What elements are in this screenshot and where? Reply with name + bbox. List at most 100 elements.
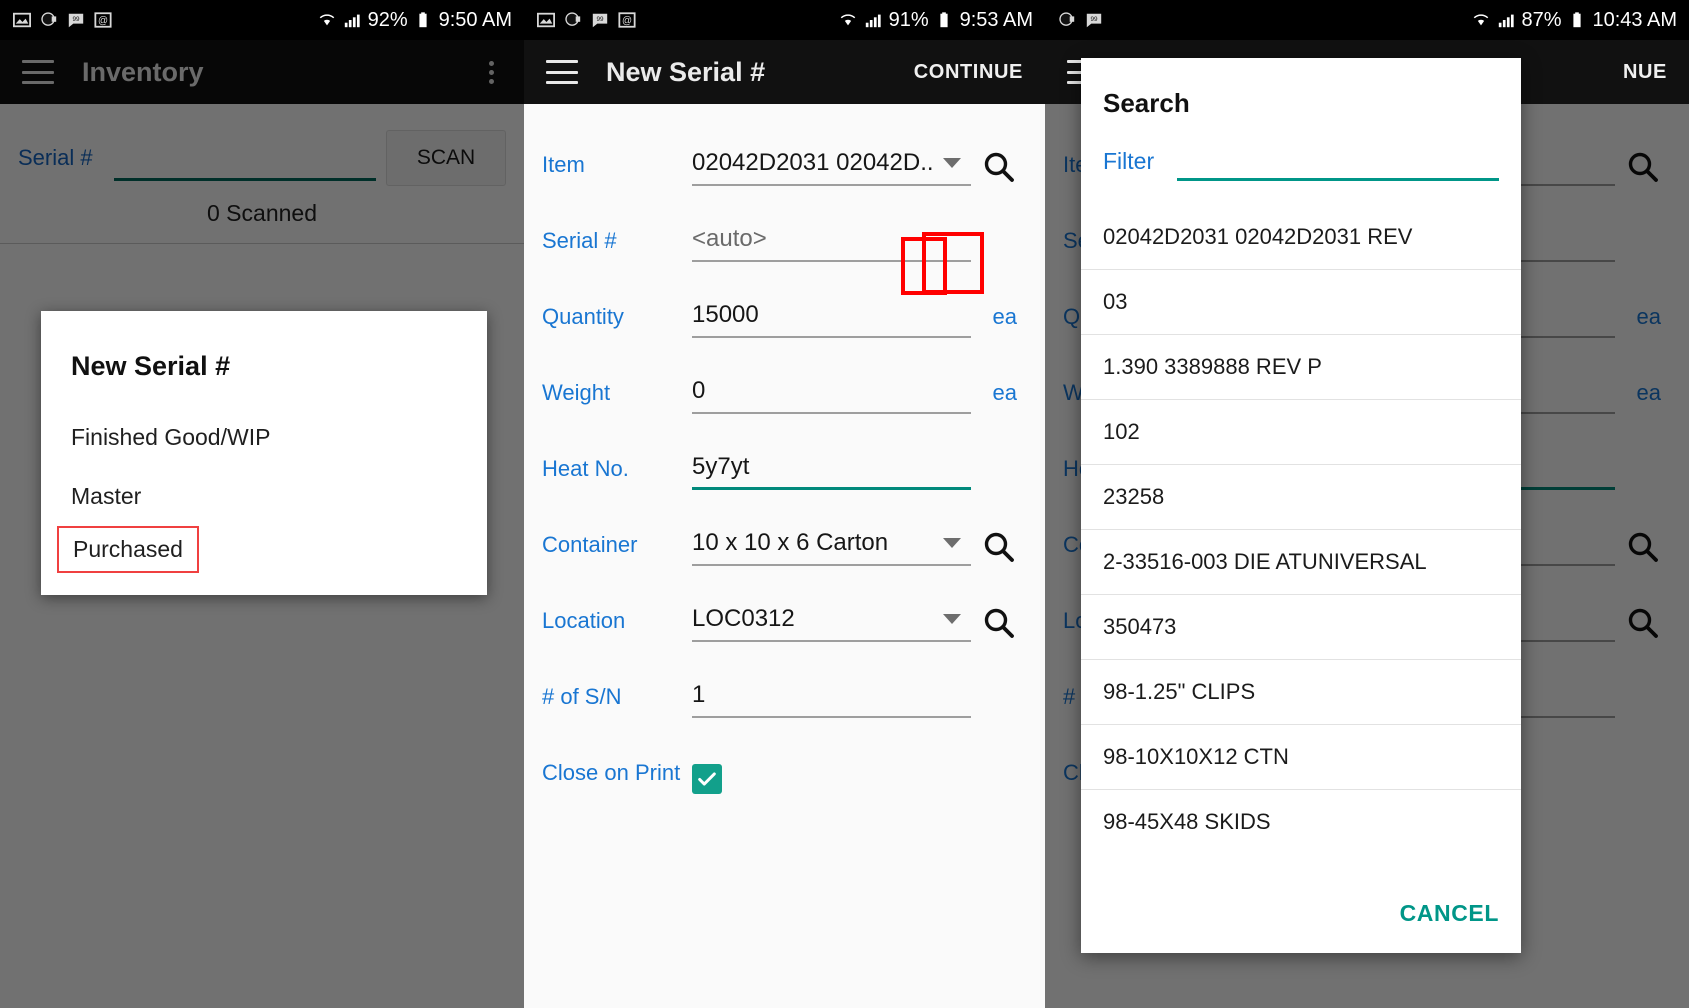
field-row-weight: Weight 0 ea [542, 362, 1027, 414]
list-item[interactable]: 1.390 3389888 REV P [1081, 334, 1521, 399]
field-label-serial: Serial # [542, 228, 617, 253]
status-bar-right-3: 87% 10:43 AM [1471, 9, 1677, 32]
heat-no-input[interactable]: 5y7yt [692, 446, 971, 490]
cancel-button[interactable]: CANCEL [1400, 900, 1499, 927]
svg-text:99: 99 [596, 16, 604, 23]
chevron-down-icon[interactable] [943, 614, 961, 624]
field-row-close-on-print: Close on Print [542, 742, 1027, 794]
location-value: LOC0312 [692, 605, 795, 632]
battery-icon [414, 11, 433, 30]
list-item[interactable]: 23258 [1081, 464, 1521, 529]
item-value: 02042D2031 02042D.. [692, 149, 934, 176]
list-item[interactable]: 2-33516-003 DIE ATUNIVERSAL [1081, 529, 1521, 594]
field-label-location: Location [542, 608, 626, 633]
list-item[interactable]: 102 [1081, 399, 1521, 464]
search-results-list[interactable]: 02042D2031 02042D2031 REV 03 1.390 33898… [1081, 205, 1521, 890]
field-row-item: Item 02042D2031 02042D.. [542, 134, 1027, 186]
battery-percent-3: 87% [1521, 8, 1562, 31]
search-dialog-title: Search [1103, 88, 1190, 118]
message-icon: 99 [590, 11, 609, 30]
image-icon [536, 11, 555, 30]
search-dialog: Search Filter 02042D2031 02042D2031 REV … [1081, 58, 1521, 953]
new-serial-dialog: New Serial # Finished Good/WIP Master Pu… [41, 311, 487, 595]
list-item[interactable]: 98-1.25" CLIPS [1081, 659, 1521, 724]
location-dropdown[interactable]: LOC0312 [692, 598, 971, 642]
search-dialog-actions: CANCEL [1081, 890, 1521, 953]
status-bar-icons-1: 99 @ [12, 11, 112, 30]
list-item[interactable]: 02042D2031 02042D2031 REV [1081, 205, 1521, 269]
continue-button[interactable]: CONTINUE [914, 61, 1023, 84]
search-icon [984, 608, 1014, 638]
panel-search-dialog: 99 87% 10:43 AM NUE Search Filter 02042D… [1045, 0, 1689, 1008]
field-label-container: Container [542, 532, 638, 557]
field-control-container[interactable]: 10 x 10 x 6 Carton [692, 522, 971, 566]
panel-new-serial-form: 99 @ 91% 9:53 AM New Serial # CONTINUE I… [524, 0, 1045, 1008]
continue-button-partial[interactable]: NUE [1623, 61, 1667, 84]
container-dropdown[interactable]: 10 x 10 x 6 Carton [692, 522, 971, 566]
status-bar-icons-2: 99 @ [536, 11, 636, 30]
signal-icon [343, 11, 362, 30]
battery-icon [935, 11, 954, 30]
svg-text:99: 99 [1090, 16, 1098, 23]
field-label-heat-no: Heat No. [542, 456, 629, 481]
check-icon [698, 772, 716, 786]
close-on-print-checkbox[interactable] [692, 764, 722, 794]
field-control-quantity[interactable]: 15000 [692, 294, 971, 338]
screenshot-root: 99 @ 92% 9:50 AM New Serial # Finished G… [0, 0, 1689, 1008]
field-control-item[interactable]: 02042D2031 02042D.. [692, 142, 971, 186]
location-search-button[interactable] [971, 606, 1027, 642]
serial-value: <auto> [692, 225, 767, 252]
list-item[interactable]: 98-45X48 SKIDS [1081, 789, 1521, 854]
field-control-location[interactable]: LOC0312 [692, 598, 971, 642]
field-row-num-sn: # of S/N 1 [542, 666, 1027, 718]
dialog-option-master[interactable]: Master [41, 467, 487, 526]
chevron-down-icon[interactable] [943, 158, 961, 168]
clock-1: 9:50 AM [438, 8, 512, 31]
field-control-serial[interactable]: <auto> [692, 218, 971, 262]
quantity-value: 15000 [692, 301, 759, 328]
field-control-weight[interactable]: 0 [692, 370, 971, 414]
filter-label: Filter [1103, 148, 1155, 174]
dialog-option-finished-good[interactable]: Finished Good/WIP [41, 408, 487, 467]
quantity-input[interactable]: 15000 [692, 294, 971, 338]
hamburger-icon[interactable] [546, 60, 578, 84]
filter-input[interactable] [1177, 145, 1499, 181]
clock-2: 9:53 AM [959, 8, 1033, 31]
weight-input[interactable]: 0 [692, 370, 971, 414]
svg-text:@: @ [621, 16, 631, 27]
status-bar-2: 99 @ 91% 9:53 AM [524, 0, 1045, 40]
new-serial-form: Item 02042D2031 02042D.. Serial # <auto> [524, 104, 1045, 794]
battery-percent-2: 91% [888, 8, 929, 31]
item-search-button[interactable] [971, 150, 1027, 186]
heat-no-value: 5y7yt [692, 452, 750, 480]
num-sn-input[interactable]: 1 [692, 674, 971, 718]
email-icon: @ [617, 11, 636, 30]
field-label-quantity: Quantity [542, 304, 624, 329]
field-control-num-sn[interactable]: 1 [692, 674, 971, 718]
field-control-heat-no[interactable]: 5y7yt [692, 446, 971, 490]
status-bar-3: 99 87% 10:43 AM [1045, 0, 1689, 40]
field-row-location: Location LOC0312 [542, 590, 1027, 642]
num-sn-value: 1 [692, 681, 706, 708]
weight-unit: ea [992, 380, 1017, 405]
dialog-title: New Serial # [71, 351, 231, 381]
list-item[interactable]: 03 [1081, 269, 1521, 334]
item-dropdown[interactable]: 02042D2031 02042D.. [692, 142, 971, 186]
quantity-unit: ea [992, 304, 1017, 329]
field-control-close-on-print[interactable] [692, 764, 722, 794]
chevron-down-icon[interactable] [943, 538, 961, 548]
status-bar-icons-3: 99 [1057, 11, 1103, 30]
field-row-quantity: Quantity 15000 ea [542, 286, 1027, 338]
field-row-heat-no: Heat No. 5y7yt [542, 438, 1027, 490]
field-label-num-sn: # of S/N [542, 684, 622, 709]
serial-input[interactable]: <auto> [692, 218, 971, 262]
field-label-close-on-print: Close on Print [542, 760, 681, 785]
search-icon [984, 152, 1014, 182]
weight-value: 0 [692, 377, 706, 404]
container-search-button[interactable] [971, 530, 1027, 566]
message-icon: 99 [1084, 11, 1103, 30]
status-bar-right-2: 91% 9:53 AM [839, 9, 1033, 32]
list-item[interactable]: 350473 [1081, 594, 1521, 659]
dialog-option-purchased[interactable]: Purchased [57, 526, 199, 573]
list-item[interactable]: 98-10X10X12 CTN [1081, 724, 1521, 789]
